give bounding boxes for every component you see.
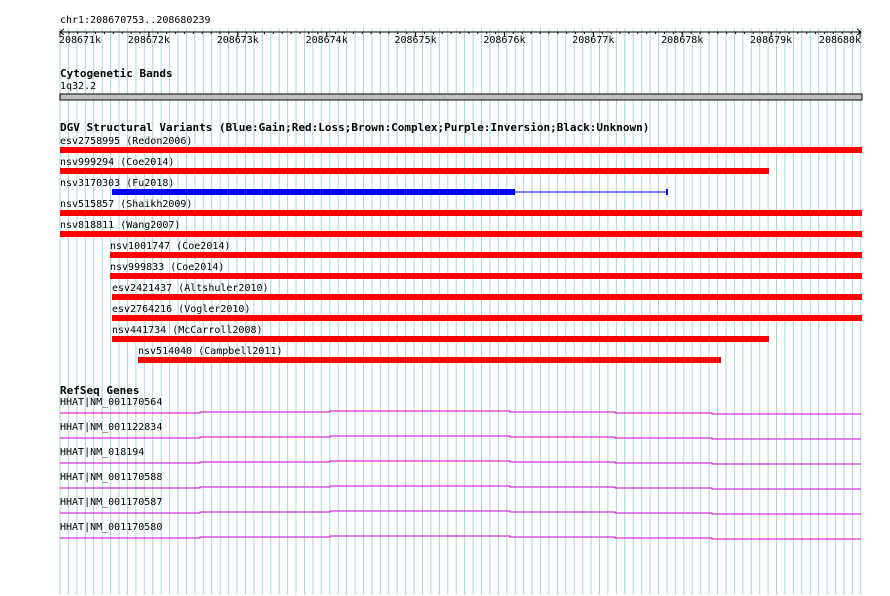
dgv-feature-label[interactable]: nsv515857 (Shaikh2009): [60, 199, 192, 210]
dgv-feature-label[interactable]: esv2758995 (Redon2006): [60, 136, 192, 147]
refseq-gene-line: [60, 435, 861, 440]
refseq-gene-line: [60, 460, 861, 465]
refseq-gene-label[interactable]: HHAT|NM_001170587: [60, 497, 162, 508]
dgv-feature-bar: [60, 147, 862, 153]
ruler-tick-label: 208680k: [818, 35, 862, 46]
dgv-feature-label[interactable]: nsv3170303 (Fu2018): [60, 178, 174, 189]
dgv-feature-bar: [60, 168, 769, 174]
refseq-gene-line: [60, 485, 861, 490]
cytoband-track-title: Cytogenetic Bands: [60, 67, 173, 80]
dgv-feature-label[interactable]: nsv818811 (Wang2007): [60, 220, 180, 231]
dgv-feature-label[interactable]: esv2764216 (Vogler2010): [112, 304, 250, 315]
dgv-feature-label[interactable]: nsv441734 (McCarroll2008): [112, 325, 263, 336]
cytoband-bar: [59, 93, 863, 101]
dgv-feature-bar: [138, 357, 721, 363]
dgv-feature-label[interactable]: nsv514040 (Campbell2011): [138, 346, 283, 357]
dgv-feature-bar: [110, 273, 862, 279]
ruler-tick-label: 208672k: [127, 35, 170, 46]
dgv-feature-label[interactable]: nsv1001747 (Coe2014): [110, 241, 230, 252]
refseq-gene-line: [60, 535, 861, 540]
refseq-gene-label[interactable]: HHAT|NM_001170564: [60, 397, 162, 408]
ruler-tick-label: 208676k: [483, 35, 526, 46]
refseq-track-title: RefSeq Genes: [60, 384, 140, 397]
ruler-tick-label: 208673k: [216, 35, 259, 46]
ruler-tick-label: 208674k: [305, 35, 348, 46]
ruler-tick-label: 208679k: [750, 35, 793, 46]
refseq-gene-label[interactable]: HHAT|NM_001122834: [60, 422, 162, 433]
dgv-feature-label[interactable]: esv2421437 (Altshuler2010): [112, 283, 269, 294]
dgv-track-title: DGV Structural Variants (Blue:Gain;Red:L…: [60, 121, 650, 134]
refseq-gene-line: [60, 510, 861, 515]
dgv-feature-bar: [112, 336, 769, 342]
dgv-feature-bar: [60, 210, 862, 216]
dgv-feature-label[interactable]: nsv999294 (Coe2014): [60, 157, 174, 168]
ruler-tick-label: 208675k: [394, 35, 437, 46]
cytoband-label: 1q32.2: [60, 81, 97, 92]
dgv-feature-label[interactable]: nsv999833 (Coe2014): [110, 262, 224, 273]
ruler-tick-label: 208677k: [572, 35, 615, 46]
ruler-tick-label: 208671k: [58, 35, 102, 46]
dgv-feature-bar: [112, 315, 862, 321]
dgv-feature-bar: [110, 252, 862, 258]
refseq-gene-label[interactable]: HHAT|NM_018194: [60, 447, 144, 458]
dgv-feature-bar: [112, 294, 862, 300]
refseq-gene-line: [60, 410, 861, 415]
region-label: chr1:208670753..208680239: [60, 15, 211, 26]
dgv-feature-bar: [60, 231, 862, 237]
refseq-gene-label[interactable]: HHAT|NM_001170580: [60, 522, 162, 533]
genome-browser-view: chr1:208670753..208680239 208671k 208672k…: [0, 0, 890, 596]
refseq-gene-label[interactable]: HHAT|NM_001170588: [60, 472, 162, 483]
ruler-tick-label: 208678k: [661, 35, 704, 46]
dgv-feature-bar: [112, 189, 515, 195]
